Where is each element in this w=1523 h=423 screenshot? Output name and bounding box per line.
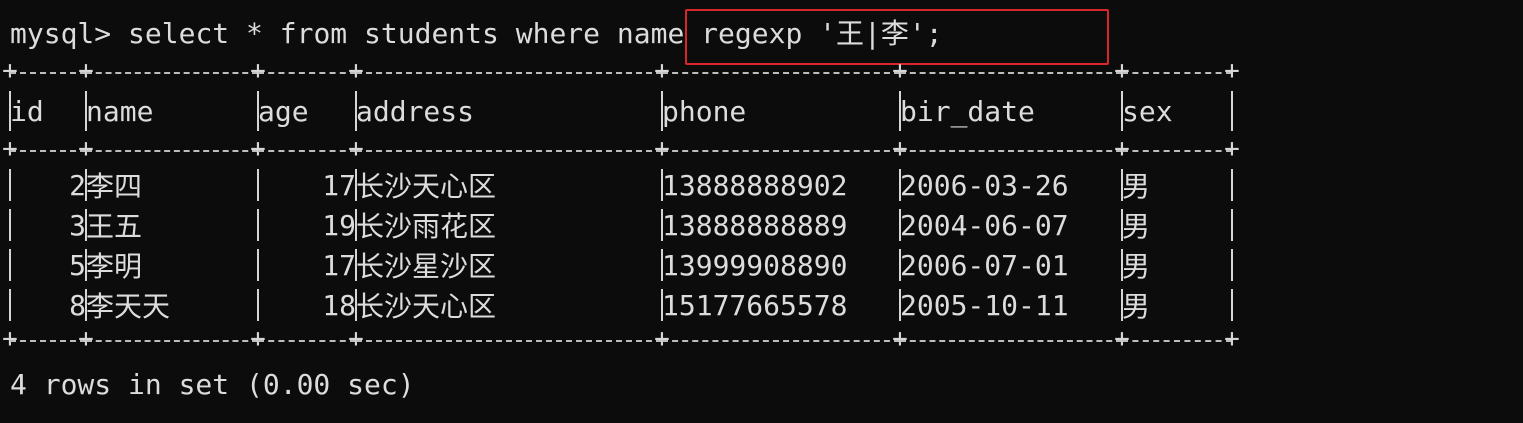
cell-age: 18 xyxy=(322,288,356,322)
terminal-window: mysql> select * from students where name… xyxy=(2,0,1510,423)
cell-name: 李四 xyxy=(86,170,143,203)
cell-phone: 15177665578 xyxy=(662,288,848,322)
cell-phone: 13888888889 xyxy=(662,208,848,242)
column-header-name: name xyxy=(86,94,154,128)
command-text: select * from students where xyxy=(128,17,617,50)
cell-name: 李明 xyxy=(86,250,143,283)
cell-sex: 男 xyxy=(1122,210,1151,243)
cell-bir-date: 2006-03-26 xyxy=(900,168,1069,202)
cell-address: 长沙天心区 xyxy=(356,170,497,203)
cell-age: 17 xyxy=(322,168,356,202)
column-header-bir-date: bir_date xyxy=(900,94,1035,128)
cell-id: 3 xyxy=(69,208,86,242)
cell-sex: 男 xyxy=(1122,290,1151,323)
cell-id: 8 xyxy=(69,288,86,322)
cell-age: 17 xyxy=(322,248,356,282)
cell-phone: 13888888902 xyxy=(662,168,848,202)
cell-sex: 男 xyxy=(1122,250,1151,283)
cell-bir-date: 2006-07-01 xyxy=(900,248,1069,282)
column-header-id: id xyxy=(10,94,44,128)
cell-bir-date: 2004-06-07 xyxy=(900,208,1069,242)
cell-address: 长沙雨花区 xyxy=(356,210,497,243)
column-header-sex: sex xyxy=(1122,94,1173,128)
cell-address: 长沙天心区 xyxy=(356,290,497,323)
cell-name: 李天天 xyxy=(86,290,171,323)
table-header-row: id name age address phone bir_date sex xyxy=(9,87,1233,135)
cell-address: 长沙星沙区 xyxy=(356,250,497,283)
mysql-prompt: mysql> xyxy=(10,17,129,50)
result-table: id name age address phone bir_date sex 2 李四 17 长沙天… xyxy=(2,56,1240,355)
cell-bir-date: 2005-10-11 xyxy=(900,288,1069,322)
cell-name: 王五 xyxy=(86,210,143,243)
table-row: 3 王五 19 长沙雨花区 13888888889 2004-06-07 男 xyxy=(9,205,1233,245)
cell-sex: 男 xyxy=(1122,170,1151,203)
table-row: 8 李天天 18 长沙天心区 15177665578 2005-10-11 男 xyxy=(9,285,1233,325)
result-summary: 4 rows in set (0.00 sec) xyxy=(10,368,415,401)
table-border-row xyxy=(2,134,1240,165)
table-border-row xyxy=(2,324,1240,355)
cell-age: 19 xyxy=(322,208,356,242)
column-header-address: address xyxy=(356,94,475,128)
cell-id: 5 xyxy=(69,248,86,282)
table-row: 2 李四 17 长沙天心区 13888888902 2006-03-26 男 xyxy=(9,165,1233,205)
table-border-row xyxy=(2,56,1240,87)
cell-id: 2 xyxy=(69,168,86,202)
column-header-age: age xyxy=(258,94,309,128)
table-row: 5 李明 17 长沙星沙区 13999908890 2006-07-01 男 xyxy=(9,245,1233,285)
column-header-phone: phone xyxy=(662,94,747,128)
cell-phone: 13999908890 xyxy=(662,248,848,282)
